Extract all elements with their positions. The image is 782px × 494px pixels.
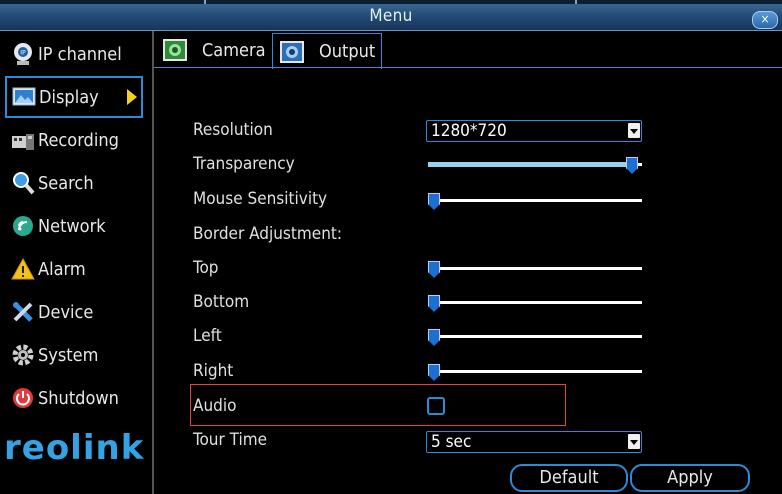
right-slider[interactable] <box>428 364 642 381</box>
tab-label: Output <box>319 41 376 62</box>
sidebar-item-label: Search <box>38 172 94 194</box>
system-icon <box>11 343 35 367</box>
slider-fill <box>428 162 631 167</box>
shutdown-icon <box>11 386 35 410</box>
resolution-select[interactable]: 1280*720 <box>426 120 642 142</box>
title-bar-top-strip <box>0 0 782 4</box>
slider-thumb[interactable] <box>428 364 440 381</box>
sidebar-item-display[interactable]: Display <box>5 76 143 118</box>
close-button[interactable]: × <box>752 11 778 29</box>
sidebar-item-label: Display <box>39 86 99 108</box>
tour-time-label: Tour Time <box>193 430 268 450</box>
network-icon <box>11 214 35 238</box>
transparency-label: Transparency <box>193 154 295 174</box>
slider-thumb[interactable] <box>428 295 440 312</box>
top-slider[interactable] <box>428 261 642 278</box>
slider-thumb[interactable] <box>428 261 440 278</box>
sidebar-item-label: Shutdown <box>38 387 119 409</box>
apply-button[interactable]: Apply <box>630 464 750 492</box>
sidebar-item-device[interactable]: Device <box>6 292 142 332</box>
sidebar-item-label: Alarm <box>38 258 86 280</box>
bottom-slider[interactable] <box>428 295 642 312</box>
sidebar-item-label: IP channel <box>38 43 122 65</box>
sidebar: IP IP channel Display Recording Search N… <box>0 31 154 494</box>
transparency-slider[interactable] <box>428 157 642 174</box>
svg-text:IP: IP <box>20 50 26 57</box>
audio-row-highlight <box>190 384 566 426</box>
left-label: Left <box>193 326 222 346</box>
slider-track <box>428 335 642 338</box>
sidebar-item-search[interactable]: Search <box>6 163 142 203</box>
chevron-down-icon[interactable] <box>628 434 640 449</box>
slider-track <box>428 370 642 373</box>
sidebar-item-shutdown[interactable]: Shutdown <box>6 378 142 418</box>
mouse-sensitivity-label: Mouse Sensitivity <box>193 189 328 209</box>
slider-thumb[interactable] <box>428 193 440 210</box>
tab-camera[interactable]: Camera <box>156 33 266 67</box>
sidebar-item-label: Network <box>38 215 106 237</box>
right-label: Right <box>193 361 234 381</box>
audio-label: Audio <box>193 396 237 416</box>
tour-time-select[interactable]: 5 sec <box>426 431 642 453</box>
tab-label: Camera <box>202 39 266 61</box>
top-label: Top <box>193 258 219 278</box>
content-panel: Camera Output Resolution 1280*720 Transp… <box>154 31 782 494</box>
title-bar: Menu × <box>0 0 782 31</box>
alarm-icon <box>11 257 35 281</box>
border-adjustment-label: Border Adjustment: <box>193 224 343 244</box>
ip-channel-icon: IP <box>11 42 35 66</box>
reolink-logo: reolink <box>4 428 145 468</box>
slider-track <box>428 267 642 270</box>
tab-divider <box>154 67 782 68</box>
sidebar-item-system[interactable]: System <box>6 335 142 375</box>
recording-icon <box>11 128 35 152</box>
sidebar-item-ip-channel[interactable]: IP IP channel <box>6 34 142 74</box>
bottom-label: Bottom <box>193 292 250 312</box>
mouse-sensitivity-slider[interactable] <box>428 193 642 210</box>
sidebar-item-recording[interactable]: Recording <box>6 120 142 160</box>
sidebar-item-label: Recording <box>38 129 119 151</box>
tab-output[interactable]: Output <box>272 33 382 69</box>
resolution-value: 1280*720 <box>431 121 507 141</box>
sidebar-item-network[interactable]: Network <box>6 206 142 246</box>
active-arrow-icon <box>127 89 137 105</box>
slider-thumb[interactable] <box>428 329 440 346</box>
tour-time-value: 5 sec <box>431 432 472 452</box>
resolution-label: Resolution <box>193 120 273 140</box>
slider-track <box>428 301 642 304</box>
default-button[interactable]: Default <box>510 464 628 492</box>
slider-thumb[interactable] <box>626 157 638 174</box>
output-icon <box>279 40 305 64</box>
chevron-down-icon[interactable] <box>628 123 640 138</box>
device-icon <box>11 300 35 324</box>
camera-icon <box>162 38 188 62</box>
sidebar-item-label: System <box>38 344 99 366</box>
sidebar-item-alarm[interactable]: Alarm <box>6 249 142 289</box>
audio-checkbox[interactable] <box>427 397 445 415</box>
left-slider[interactable] <box>428 329 642 346</box>
window-title: Menu <box>369 6 413 26</box>
sidebar-item-label: Device <box>38 301 94 323</box>
slider-track <box>428 199 642 202</box>
search-icon <box>11 171 35 195</box>
display-icon <box>12 85 36 109</box>
